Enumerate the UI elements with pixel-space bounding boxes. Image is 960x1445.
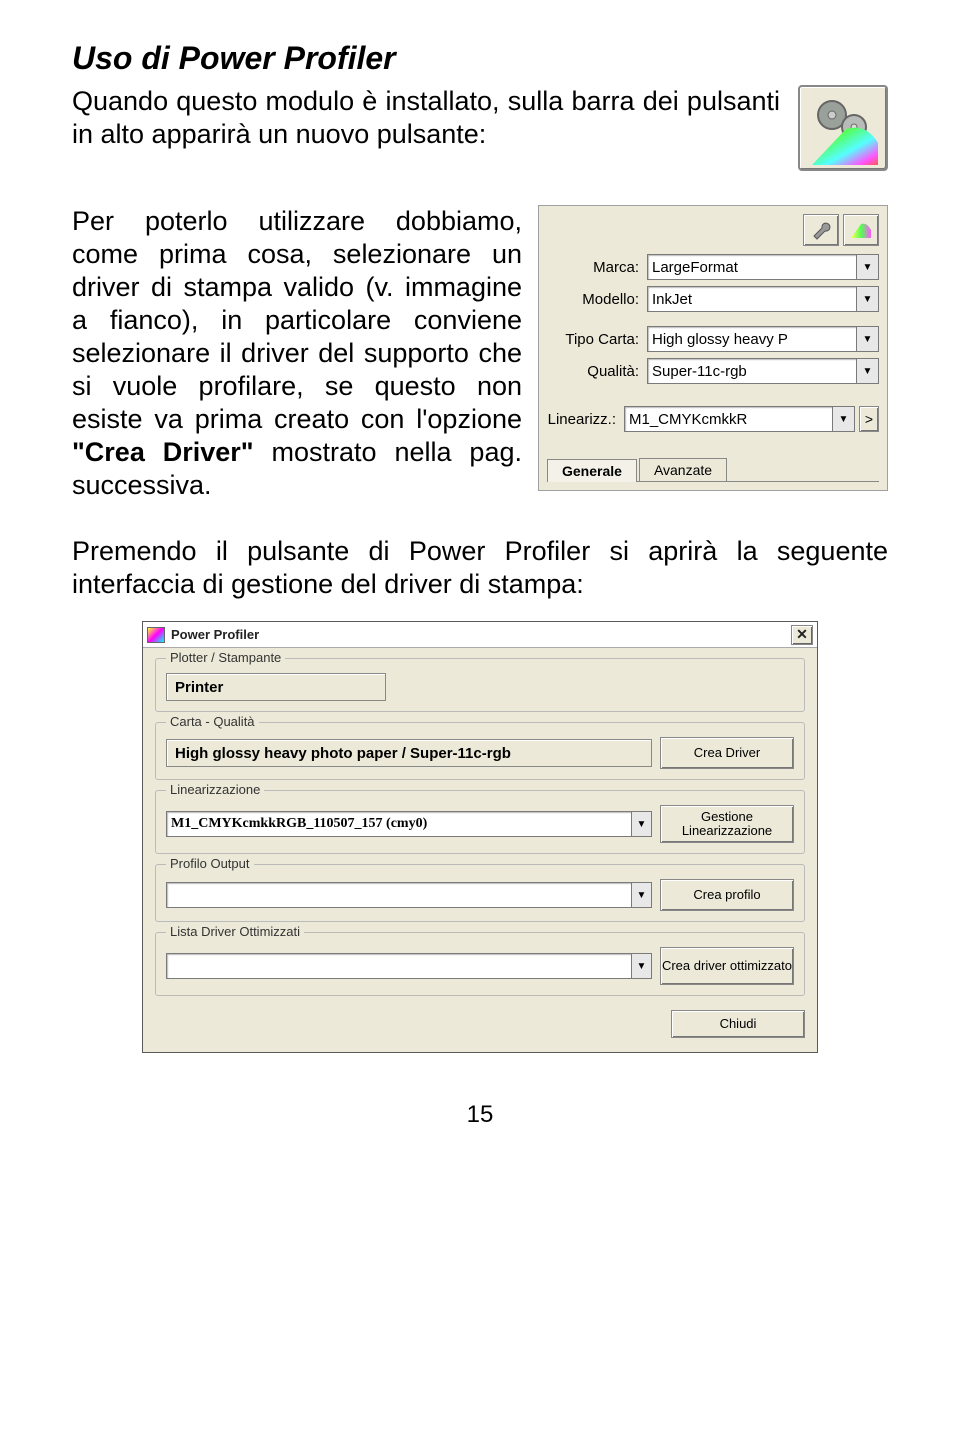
group-carta: Carta - Qualità High glossy heavy photo …: [155, 722, 805, 780]
marca-combo[interactable]: ▼: [647, 254, 879, 280]
tipo-carta-input[interactable]: [647, 326, 857, 352]
tab-strip: Generale Avanzate: [547, 458, 879, 482]
tab-avanzate[interactable]: Avanzate: [639, 458, 727, 481]
chevron-down-icon[interactable]: ▼: [857, 286, 879, 312]
carta-value: High glossy heavy photo paper / Super-11…: [166, 739, 652, 767]
chiudi-button[interactable]: Chiudi: [671, 1010, 805, 1038]
app-mini-icon: [147, 627, 165, 643]
crea-driver-ottimizzato-button[interactable]: Crea driver ottimizzato: [660, 947, 794, 985]
profilo-output-combo[interactable]: ▼: [166, 882, 652, 908]
close-icon[interactable]: ✕: [791, 625, 813, 645]
lista-driver-input[interactable]: [166, 953, 632, 979]
chevron-down-icon[interactable]: ▼: [632, 882, 652, 908]
qualita-label: Qualità:: [547, 363, 647, 380]
group-profilo-legend: Profilo Output: [166, 856, 254, 871]
group-linearizzazione: Linearizzazione ▼ Gestione Linearizzazio…: [155, 790, 805, 854]
lineariz-label: Linearizz.:: [547, 411, 624, 428]
intro-row: Quando questo modulo è installato, sulla…: [72, 85, 888, 171]
lineariz-input[interactable]: [624, 406, 833, 432]
tipo-carta-combo[interactable]: ▼: [647, 326, 879, 352]
chevron-down-icon[interactable]: ▼: [857, 358, 879, 384]
chevron-down-icon[interactable]: ▼: [857, 326, 879, 352]
chevron-down-icon[interactable]: ▼: [632, 811, 652, 837]
tab-generale[interactable]: Generale: [547, 459, 637, 482]
intro-text: Quando questo modulo è installato, sulla…: [72, 85, 780, 151]
paragraph-2: Premendo il pulsante di Power Profiler s…: [72, 535, 888, 601]
gestione-linearizzazione-button[interactable]: Gestione Linearizzazione: [660, 805, 794, 843]
dialog-title: Power Profiler: [171, 627, 259, 642]
group-lista-driver: Lista Driver Ottimizzati ▼ Crea driver o…: [155, 932, 805, 996]
group-lista-legend: Lista Driver Ottimizzati: [166, 924, 304, 939]
linearizzazione-input[interactable]: [166, 811, 632, 837]
driver-settings-panel: Marca: ▼ Modello: ▼ Tipo Carta: ▼: [538, 205, 888, 491]
chevron-down-icon[interactable]: ▼: [632, 953, 652, 979]
crea-profilo-button[interactable]: Crea profilo: [660, 879, 794, 911]
power-profiler-dialog: Power Profiler ✕ Plotter / Stampante Pri…: [142, 621, 818, 1053]
lineariz-combo[interactable]: ▼: [624, 406, 855, 432]
paragraph-1-part1: Per poterlo utilizzare dobbiamo, come pr…: [72, 206, 522, 434]
plotter-value: Printer: [166, 673, 386, 701]
profilo-output-input[interactable]: [166, 882, 632, 908]
lineariz-more-button[interactable]: >: [859, 406, 879, 432]
power-profiler-toolbar-icon: [798, 85, 888, 171]
crea-driver-button[interactable]: Crea Driver: [660, 737, 794, 769]
lista-driver-combo[interactable]: ▼: [166, 953, 652, 979]
settings-color-icon[interactable]: [843, 214, 879, 246]
page-number: 15: [72, 1083, 888, 1149]
group-plotter-legend: Plotter / Stampante: [166, 650, 285, 665]
group-profilo-output: Profilo Output ▼ Crea profilo: [155, 864, 805, 922]
dialog-titlebar: Power Profiler ✕: [143, 622, 817, 648]
settings-wrench-icon[interactable]: [803, 214, 839, 246]
group-carta-legend: Carta - Qualità: [166, 714, 259, 729]
paragraph-1: Per poterlo utilizzare dobbiamo, come pr…: [72, 205, 522, 501]
qualita-combo[interactable]: ▼: [647, 358, 879, 384]
qualita-input[interactable]: [647, 358, 857, 384]
marca-label: Marca:: [547, 259, 647, 276]
linearizzazione-combo[interactable]: ▼: [166, 811, 652, 837]
modello-label: Modello:: [547, 291, 647, 308]
marca-input[interactable]: [647, 254, 857, 280]
chevron-down-icon[interactable]: ▼: [833, 406, 855, 432]
modello-combo[interactable]: ▼: [647, 286, 879, 312]
page-title: Uso di Power Profiler: [72, 40, 888, 77]
modello-input[interactable]: [647, 286, 857, 312]
group-plotter: Plotter / Stampante Printer: [155, 658, 805, 712]
group-linearizzazione-legend: Linearizzazione: [166, 782, 264, 797]
chevron-down-icon[interactable]: ▼: [857, 254, 879, 280]
tipo-carta-label: Tipo Carta:: [547, 331, 647, 348]
crea-driver-strong: "Crea Driver": [72, 437, 254, 467]
